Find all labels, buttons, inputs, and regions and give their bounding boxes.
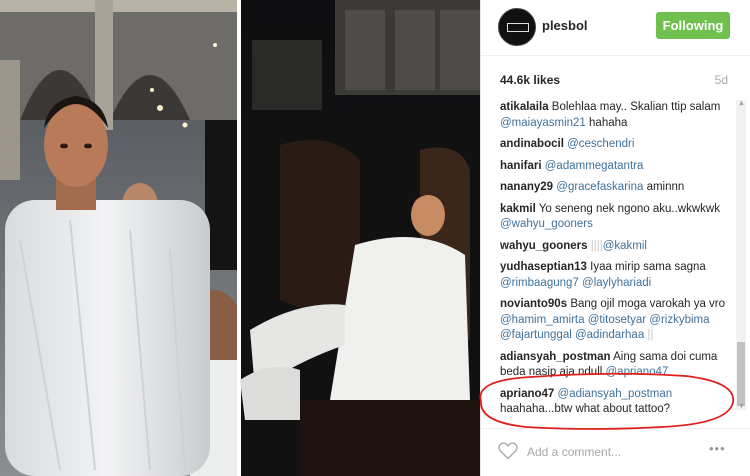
scroll-down-icon[interactable]: ▼ (738, 403, 745, 410)
photo-collage (0, 0, 480, 476)
mention-link[interactable]: @rizkybima (649, 314, 709, 326)
comment-text: Yo seneng nek ngono aku..wkwkwk (538, 202, 720, 215)
annotation-oval (479, 372, 734, 430)
mention-link[interactable]: @titosetyar (588, 314, 646, 326)
comment-username[interactable]: andinabocil (500, 138, 564, 150)
comment-text: aminnn (643, 181, 685, 193)
mention-link[interactable]: @adindarhaa (575, 329, 644, 341)
comment-text: Bolehlaa may.. Skalian ttip salam (551, 101, 721, 113)
comment-username[interactable]: novianto90s (500, 298, 567, 310)
more-options-icon[interactable]: ••• (709, 441, 726, 456)
comments-scrollbar[interactable]: ▲ ▼ (736, 100, 746, 410)
comment-item: wahyu_gooners ||||@kakmil (500, 239, 732, 255)
comment-footer: ••• (481, 428, 750, 476)
comment-username[interactable]: atikalaila (500, 101, 549, 113)
comment-username[interactable]: wahyu_gooners (500, 240, 588, 252)
mention-link[interactable]: @hamim_amirta (500, 314, 585, 326)
comment-glyph: |||| (590, 239, 603, 252)
comment-text: Bang ojil moga varokah ya vro (570, 298, 726, 310)
post-photo (0, 0, 480, 476)
comment-username[interactable]: adiansyah_postman (500, 351, 611, 363)
comment-item: hanifari @adammegatantra (500, 159, 732, 175)
comment-glyph: || (644, 329, 654, 341)
comment-text: Iyaa mirip sama sagna (590, 261, 706, 273)
comment-text: hahaha (585, 116, 628, 129)
mention-link[interactable]: @wahyu_gooners (500, 218, 593, 230)
comment-username[interactable]: kakmil (500, 203, 536, 215)
comment-item: yudhaseptian13 Iyaa mirip sama sagna @ri… (500, 260, 732, 291)
comment-item: atikalaila Bolehlaa may.. Skalian ttip s… (500, 100, 732, 131)
mention-link[interactable]: @rimbaagung7 (500, 277, 579, 289)
mention-link[interactable]: @maiayasmin21 (500, 117, 586, 129)
likes-count[interactable]: 44.6k likes (500, 73, 560, 87)
comment-username[interactable]: hanifari (500, 160, 542, 172)
comment-item: andinabocil @ceschendri (500, 137, 732, 153)
comment-item: kakmil Yo seneng nek ngono aku..wkwkwk @… (500, 202, 732, 233)
mention-link[interactable]: @gracefaskarina (556, 181, 643, 193)
avatar[interactable] (498, 8, 536, 46)
mention-link[interactable]: @ceschendri (567, 138, 634, 150)
post-age[interactable]: 5d (715, 73, 728, 87)
mention-link[interactable]: @kakmil (603, 240, 647, 252)
following-button[interactable]: Following (656, 12, 730, 39)
scroll-up-icon[interactable]: ▲ (738, 100, 745, 107)
username[interactable]: plesbol (542, 18, 588, 33)
heart-icon[interactable] (498, 442, 518, 460)
post-header: plesbol Following (481, 0, 750, 56)
mention-link[interactable]: @adammegatantra (545, 160, 644, 172)
avatar-logo-icon (507, 23, 529, 32)
comment-item: novianto90s Bang ojil moga varokah ya vr… (500, 297, 732, 344)
comment-item: nanany29 @gracefaskarina aminnn (500, 180, 732, 196)
mention-link[interactable]: @fajartunggal (500, 329, 572, 341)
add-comment-input[interactable] (527, 441, 697, 463)
mention-link[interactable]: @laylyhariadi (582, 277, 651, 289)
comment-username[interactable]: nanany29 (500, 181, 553, 193)
comment-username[interactable]: yudhaseptian13 (500, 261, 587, 273)
